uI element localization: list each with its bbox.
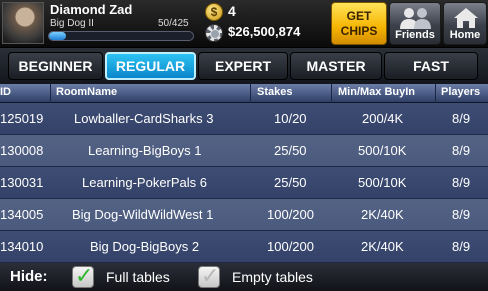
header-buyin[interactable]: Min/Max BuyIn	[338, 86, 415, 98]
get-chips-label-line1: GET	[346, 8, 372, 23]
chip-count: $26,500,874	[228, 24, 301, 39]
cell-players: 8/9	[452, 143, 471, 158]
cell-stakes: 10/20	[274, 111, 307, 126]
cell-buyin: 200/4K	[362, 111, 404, 126]
friends-icon	[400, 8, 431, 29]
full-tables-label[interactable]: Full tables	[106, 269, 170, 285]
cell-players: 8/9	[452, 111, 471, 126]
header-id[interactable]: ID	[0, 86, 11, 98]
xp-count: 50/425	[158, 18, 189, 29]
header-stakes[interactable]: Stakes	[257, 86, 292, 98]
cell-id: 130031	[0, 175, 44, 190]
table-row[interactable]: 134005 Big Dog-WildWildWest 1 100/200 2K…	[0, 199, 488, 231]
cell-room: Learning-BigBoys 1	[88, 143, 202, 158]
table-header: ID RoomName Stakes Min/Max BuyIn Players	[0, 84, 488, 103]
top-bar: Diamond Zad Big Dog II 50/425 $ 4 $26,50…	[0, 0, 488, 48]
tab-expert[interactable]: EXPERT	[198, 52, 288, 80]
friends-label: Friends	[395, 29, 435, 41]
table-row[interactable]: 130008 Learning-BigBoys 1 25/50 500/10K …	[0, 135, 488, 167]
cell-id: 134005	[0, 207, 44, 222]
checkmark-icon: ✓	[75, 263, 94, 288]
header-players[interactable]: Players	[441, 86, 480, 98]
cell-id: 125019	[0, 111, 44, 126]
coin-count: 4	[228, 3, 236, 19]
home-button[interactable]: Home	[443, 2, 487, 45]
filter-footer: Hide: ✓ Full tables ✓ Empty tables	[0, 263, 488, 291]
cell-players: 8/9	[452, 175, 471, 190]
tab-fast[interactable]: FAST	[384, 52, 478, 80]
full-tables-checkbox[interactable]: ✓	[72, 263, 94, 288]
cell-stakes: 25/50	[274, 143, 307, 158]
empty-tables-label[interactable]: Empty tables	[232, 269, 313, 285]
cell-players: 8/9	[452, 207, 471, 222]
get-chips-button[interactable]: GET CHIPS	[331, 2, 387, 45]
difficulty-tabs: BEGINNER REGULAR EXPERT MASTER FAST	[0, 48, 488, 84]
room-list: 125019 Lowballer-CardSharks 3 10/20 200/…	[0, 103, 488, 263]
cell-room: Big Dog-BigBoys 2	[90, 239, 200, 254]
cell-stakes: 100/200	[267, 239, 314, 254]
cell-id: 134010	[0, 239, 44, 254]
table-row[interactable]: 125019 Lowballer-CardSharks 3 10/20 200/…	[0, 103, 488, 135]
xp-progress-fill	[49, 32, 66, 40]
cell-stakes: 25/50	[274, 175, 307, 190]
rank-label: Big Dog II	[50, 18, 94, 29]
friends-button[interactable]: Friends	[389, 2, 441, 45]
hide-label: Hide:	[10, 268, 48, 285]
username: Diamond Zad	[50, 2, 133, 17]
home-icon	[454, 8, 478, 28]
cell-buyin: 500/10K	[358, 143, 407, 158]
checkmark-icon: ✓	[201, 263, 220, 288]
cell-id: 130008	[0, 143, 44, 158]
header-roomname[interactable]: RoomName	[56, 86, 117, 98]
coin-icon: $	[205, 3, 223, 21]
chip-icon	[205, 24, 223, 42]
tab-master[interactable]: MASTER	[290, 52, 382, 80]
column-divider	[250, 84, 251, 103]
table-row[interactable]: 134010 Big Dog-BigBoys 2 100/200 2K/40K …	[0, 231, 488, 263]
cell-buyin: 2K/40K	[361, 239, 404, 254]
table-row[interactable]: 130031 Learning-PokerPals 6 25/50 500/10…	[0, 167, 488, 199]
cell-buyin: 2K/40K	[361, 207, 404, 222]
cell-room: Learning-PokerPals 6	[82, 175, 208, 190]
tab-regular[interactable]: REGULAR	[105, 52, 196, 80]
xp-progress-bar	[48, 31, 194, 41]
cell-buyin: 500/10K	[358, 175, 407, 190]
cell-room: Lowballer-CardSharks 3	[74, 111, 214, 126]
avatar[interactable]	[2, 2, 44, 44]
home-label: Home	[449, 29, 481, 41]
get-chips-label-line2: CHIPS	[340, 23, 378, 38]
cell-room: Big Dog-WildWildWest 1	[72, 207, 214, 222]
cell-stakes: 100/200	[267, 207, 314, 222]
column-divider	[435, 84, 436, 103]
column-divider	[331, 84, 332, 103]
empty-tables-checkbox[interactable]: ✓	[198, 263, 220, 288]
tab-beginner[interactable]: BEGINNER	[8, 52, 103, 80]
column-divider	[50, 84, 51, 103]
cell-players: 8/9	[452, 239, 471, 254]
